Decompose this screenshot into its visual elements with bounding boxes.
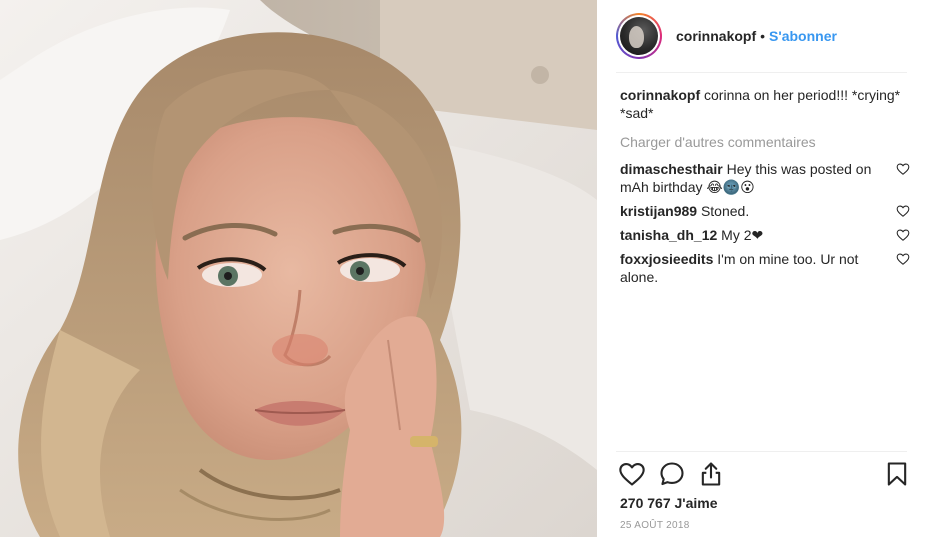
actions-divider <box>616 451 907 452</box>
post-header: corinnakopf • S'abonner <box>597 0 927 72</box>
comment-username[interactable]: tanisha_dh_12 <box>620 227 717 243</box>
comment-item: foxxjosieedits I'm on mine too. Ur not a… <box>620 250 910 286</box>
header-username[interactable]: corinnakopf <box>676 28 756 44</box>
comment-text: My 2❤ <box>721 227 764 243</box>
load-more-comments-link[interactable]: Charger d'autres commentaires <box>620 133 910 151</box>
comment-item: tanisha_dh_12 My 2❤ <box>620 226 910 244</box>
like-count[interactable]: 270 767 J'aime <box>620 495 718 511</box>
share-icon[interactable] <box>697 460 725 488</box>
comment-username[interactable]: foxxjosieedits <box>620 251 713 267</box>
caption-username[interactable]: corinnakopf <box>620 87 700 103</box>
comment-username[interactable]: dimaschesthair <box>620 161 723 177</box>
speech-bubble-icon[interactable] <box>658 460 686 488</box>
heart-icon[interactable] <box>618 460 646 488</box>
follow-button[interactable]: S'abonner <box>769 28 837 44</box>
bookmark-icon[interactable] <box>883 460 911 488</box>
comment-text: Stoned. <box>700 203 750 219</box>
story-ring[interactable] <box>616 13 662 59</box>
comment-item: dimaschesthair Hey this was posted on mA… <box>620 160 910 196</box>
heart-outline-icon[interactable] <box>896 252 910 266</box>
post-date[interactable]: 25 AOÛT 2018 <box>620 520 690 531</box>
comment-item: kristijan989 Stoned. <box>620 202 910 220</box>
selfie-image <box>0 0 597 537</box>
post-side-panel: corinnakopf • S'abonner corinnakopf cori… <box>597 0 927 537</box>
avatar-frame <box>618 15 660 57</box>
comment-username[interactable]: kristijan989 <box>620 203 697 219</box>
post-caption: corinnakopf corinna on her period!!! *cr… <box>620 86 910 122</box>
heart-outline-icon[interactable] <box>896 228 910 242</box>
header-separator: • <box>760 28 766 44</box>
action-bar <box>597 458 927 490</box>
header-divider <box>616 72 907 73</box>
avatar[interactable] <box>620 17 658 55</box>
heart-outline-icon[interactable] <box>896 204 910 218</box>
comments-section: corinnakopf corinna on her period!!! *cr… <box>620 86 910 292</box>
post-photo[interactable] <box>0 0 597 537</box>
heart-outline-icon[interactable] <box>896 162 910 176</box>
